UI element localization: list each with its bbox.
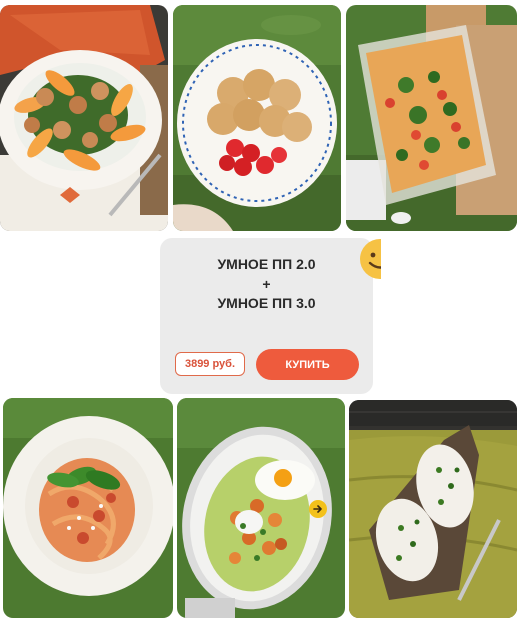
product-title-plus: + <box>262 276 271 292</box>
product-card: УМНОЕ ПП 2.0 + УМНОЕ ПП 3.0 3899 руб. КУ… <box>160 238 373 394</box>
next-arrow-icon[interactable] <box>309 500 327 518</box>
buy-button[interactable]: КУПИТЬ <box>256 349 359 380</box>
smiley-icon <box>359 238 381 280</box>
page: УМНОЕ ПП 2.0 + УМНОЕ ПП 3.0 3899 руб. КУ… <box>0 0 517 618</box>
food-photo-toasts[interactable] <box>349 400 517 618</box>
product-title-line-2: УМНОЕ ПП 3.0 <box>217 295 316 311</box>
price-badge: 3899 руб. <box>175 352 245 376</box>
food-photo-shrimp-salad[interactable] <box>0 5 168 231</box>
product-title-line-1: УМНОЕ ПП 2.0 <box>217 256 316 272</box>
food-photo-casserole[interactable] <box>346 5 517 231</box>
food-photo-pancakes[interactable] <box>173 5 341 231</box>
food-photo-pasta[interactable] <box>3 398 173 618</box>
